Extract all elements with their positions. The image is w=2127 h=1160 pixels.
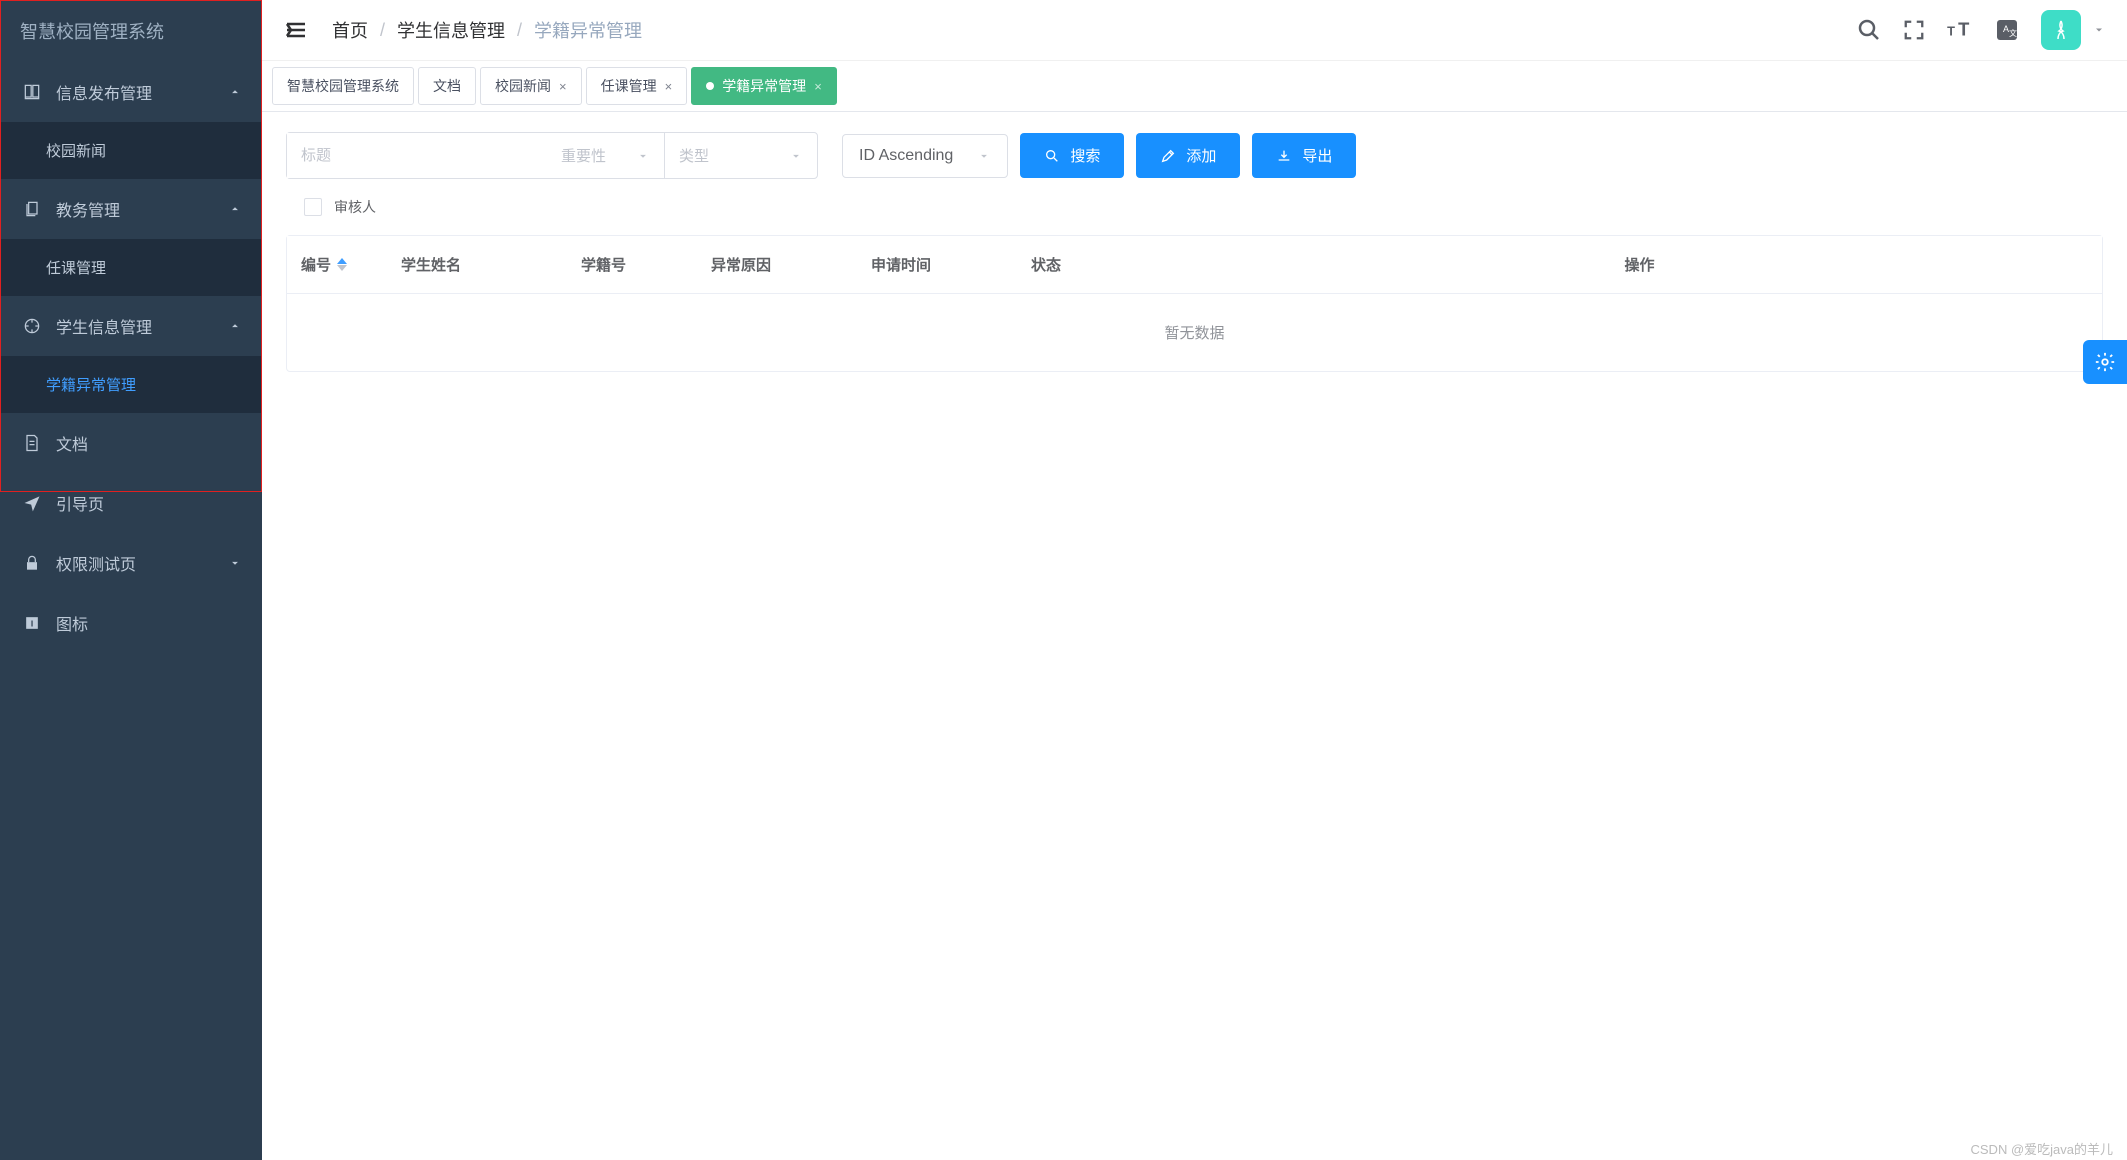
text-size-icon[interactable]: TT: [1947, 19, 1973, 41]
export-button[interactable]: 导出: [1252, 133, 1356, 178]
close-icon[interactable]: ×: [559, 79, 567, 94]
gear-icon: [2094, 351, 2116, 373]
main-content: 首页 / 学生信息管理 / 学籍异常管理 TT A文 智慧校园管理系统 文档 校…: [262, 0, 2127, 1160]
app-title: 智慧校园管理系统: [0, 0, 262, 62]
header-tools: TT A文: [1857, 10, 2105, 50]
sidebar-label: 图标: [56, 611, 88, 635]
th-action: 操作: [1177, 236, 2102, 293]
sort-icon[interactable]: [337, 258, 347, 271]
copy-icon: [22, 199, 42, 219]
search-button[interactable]: 搜索: [1020, 133, 1124, 178]
th-student-no: 学籍号: [567, 236, 697, 293]
sidebar-item-guide[interactable]: 引导页: [0, 473, 262, 533]
watermark: CSDN @爱吃java的羊儿: [1971, 1139, 2114, 1158]
sidebar-label: 引导页: [56, 491, 104, 515]
title-input[interactable]: [287, 133, 547, 178]
close-icon[interactable]: ×: [814, 79, 822, 94]
translate-icon[interactable]: A文: [1995, 18, 2019, 42]
importance-select[interactable]: 重要性: [547, 133, 665, 178]
sidebar-item-docs[interactable]: 文档: [0, 413, 262, 473]
reviewer-checkbox[interactable]: [304, 198, 322, 216]
breadcrumb-home[interactable]: 首页: [332, 17, 368, 43]
chevron-up-icon: [228, 85, 242, 99]
reviewer-label: 审核人: [334, 197, 376, 217]
tab-docs[interactable]: 文档: [418, 67, 476, 105]
chevron-up-icon: [228, 319, 242, 333]
sidebar-label: 教务管理: [56, 197, 120, 221]
sort-select[interactable]: ID Ascending: [842, 134, 1008, 178]
sidebar-label: 权限测试页: [56, 551, 136, 575]
table-header: 编号 学生姓名 学籍号 异常原因 申请时间 状态 操作: [287, 236, 2102, 294]
sidebar-sub-campus-news[interactable]: 校园新闻: [0, 122, 262, 179]
th-time: 申请时间: [857, 236, 1017, 293]
tab-news[interactable]: 校园新闻×: [480, 67, 582, 105]
caret-down-icon[interactable]: [2093, 24, 2105, 36]
fullscreen-icon[interactable]: [1903, 19, 1925, 41]
sidebar-sub-course[interactable]: 任课管理: [0, 239, 262, 296]
book-icon: [22, 82, 42, 102]
breadcrumb-sep: /: [517, 20, 522, 41]
th-name: 学生姓名: [387, 236, 567, 293]
document-icon: [22, 433, 42, 453]
tabs-bar: 智慧校园管理系统 文档 校园新闻× 任课管理× 学籍异常管理×: [262, 61, 2127, 112]
th-status: 状态: [1017, 236, 1177, 293]
svg-text:I: I: [31, 618, 33, 628]
sidebar-item-icons[interactable]: I 图标: [0, 593, 262, 653]
close-icon[interactable]: ×: [665, 79, 673, 94]
breadcrumb: 首页 / 学生信息管理 / 学籍异常管理: [332, 17, 642, 43]
breadcrumb-sep: /: [380, 20, 385, 41]
table-empty: 暂无数据: [287, 294, 2102, 371]
target-icon: [22, 316, 42, 336]
filter-group: 重要性 类型: [286, 132, 818, 179]
breadcrumb-parent[interactable]: 学生信息管理: [397, 17, 505, 43]
page-content: 重要性 类型 ID Ascending 搜索 添加 导出 审核人 编号 学生姓名…: [262, 112, 2127, 392]
breadcrumb-current: 学籍异常管理: [534, 17, 642, 43]
add-button[interactable]: 添加: [1136, 133, 1240, 178]
svg-text:文: 文: [2009, 28, 2017, 38]
header: 首页 / 学生信息管理 / 学籍异常管理 TT A文: [262, 0, 2127, 61]
sidebar-sub-abnormal[interactable]: 学籍异常管理: [0, 356, 262, 413]
chevron-down-icon: [636, 149, 650, 163]
search-icon[interactable]: [1857, 18, 1881, 42]
tab-course[interactable]: 任课管理×: [586, 67, 688, 105]
lock-icon: [22, 553, 42, 573]
sidebar-item-academic[interactable]: 教务管理: [0, 179, 262, 239]
icon-icon: I: [22, 613, 42, 633]
tab-home[interactable]: 智慧校园管理系统: [272, 67, 414, 105]
edit-icon: [1160, 148, 1176, 164]
sidebar-label: 文档: [56, 431, 88, 455]
chevron-down-icon: [789, 149, 803, 163]
hamburger-icon[interactable]: [284, 18, 308, 42]
download-icon: [1276, 148, 1292, 164]
svg-text:T: T: [1958, 19, 1969, 40]
reviewer-checkbox-row: 审核人: [286, 179, 2103, 235]
th-id[interactable]: 编号: [287, 236, 387, 293]
sidebar-item-permission[interactable]: 权限测试页: [0, 533, 262, 593]
send-icon: [22, 493, 42, 513]
sidebar-label: 学生信息管理: [56, 314, 152, 338]
settings-float-button[interactable]: [2083, 340, 2127, 384]
active-dot-icon: [706, 82, 714, 90]
th-reason: 异常原因: [697, 236, 857, 293]
sidebar-label: 信息发布管理: [56, 80, 152, 104]
sidebar-item-info-publish[interactable]: 信息发布管理: [0, 62, 262, 122]
type-select[interactable]: 类型: [665, 133, 817, 178]
chevron-up-icon: [228, 202, 242, 216]
chevron-down-icon: [977, 149, 991, 163]
svg-text:T: T: [1947, 24, 1955, 39]
sidebar-item-student-info[interactable]: 学生信息管理: [0, 296, 262, 356]
avatar[interactable]: [2041, 10, 2081, 50]
tab-abnormal[interactable]: 学籍异常管理×: [691, 67, 837, 105]
chevron-down-icon: [228, 556, 242, 570]
search-icon: [1044, 148, 1060, 164]
data-table: 编号 学生姓名 学籍号 异常原因 申请时间 状态 操作 暂无数据: [286, 235, 2103, 372]
sidebar: 智慧校园管理系统 信息发布管理 校园新闻 教务管理 任课管理 学生信息管理 学籍…: [0, 0, 262, 1160]
